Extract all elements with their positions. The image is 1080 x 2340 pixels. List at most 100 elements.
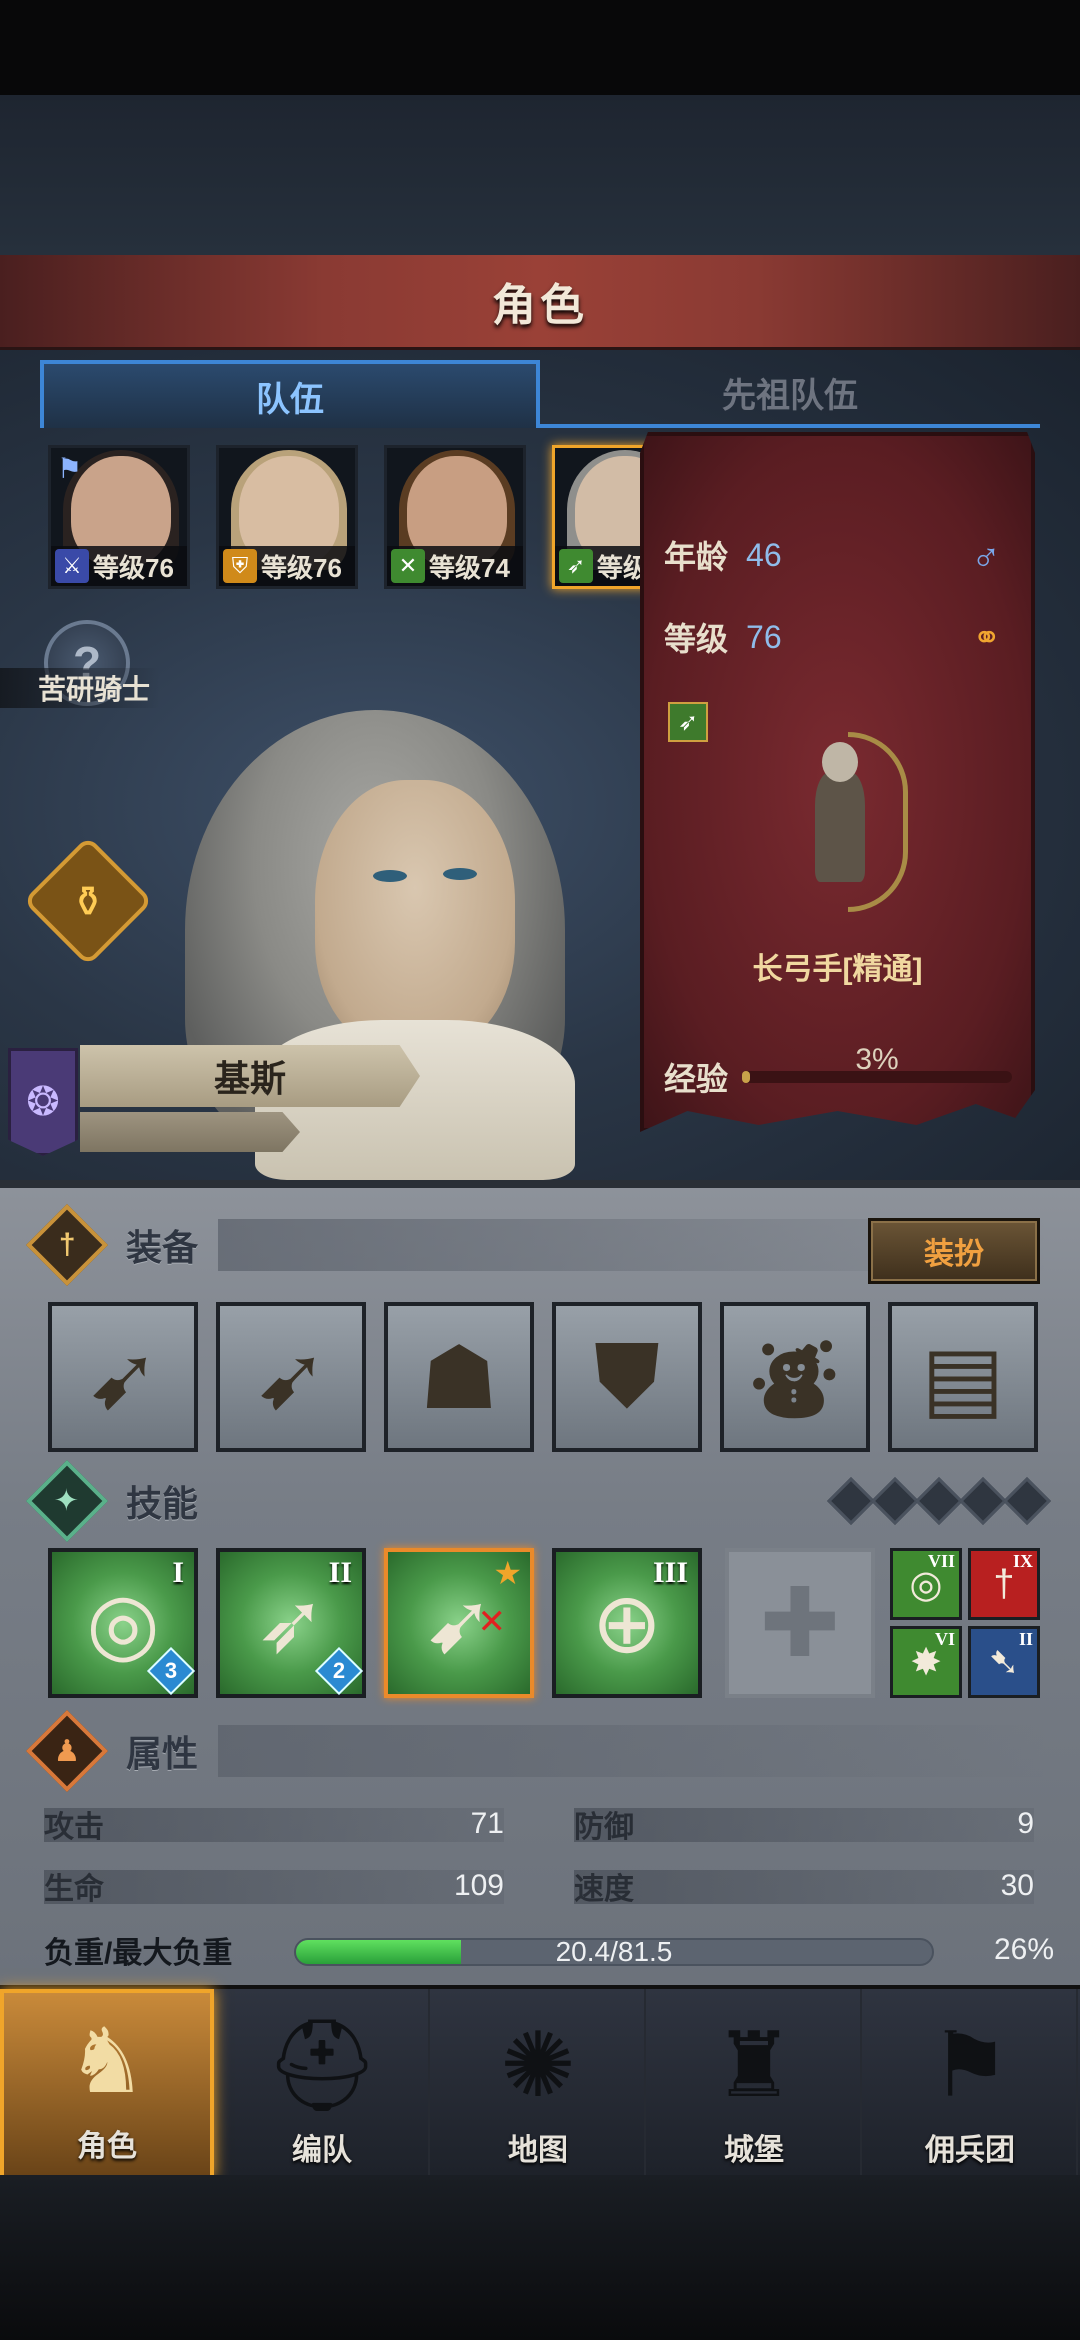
skill-slot[interactable]: ◎ I 3 — [48, 1548, 198, 1698]
crossed-weapons-icon: ✕ — [391, 549, 425, 583]
stat-hp: 生命 109 — [44, 1864, 504, 1908]
stat-attack: 攻击 71 — [44, 1802, 504, 1846]
portrait-face — [315, 780, 515, 1050]
stat-label: 负重/最大负重 — [44, 1937, 233, 1970]
equipment-slot[interactable]: ➹ — [216, 1302, 366, 1452]
nav-item[interactable]: ♞ 角色 — [0, 1989, 214, 2179]
name-plate-ribbon — [80, 1112, 300, 1152]
skill-rank: I — [172, 1556, 184, 1589]
tab-party[interactable]: 队伍 — [40, 360, 540, 428]
male-icon: ♂ — [971, 536, 1001, 580]
party-member[interactable]: ⛨ 等级76 — [216, 445, 358, 589]
stat-track — [44, 1870, 504, 1904]
bottom-area — [0, 2175, 1080, 2340]
skill-point-icon — [914, 1476, 964, 1526]
stat-value: 109 — [453, 1869, 504, 1902]
status-area — [0, 0, 1080, 95]
skill-point-icon — [870, 1476, 920, 1526]
tab-bar: 队伍 先祖队伍 — [40, 360, 1040, 428]
party-member[interactable]: ✕ 等级74 — [384, 445, 526, 589]
level-row: 等级 76 — [664, 614, 782, 660]
portrait-eye — [443, 868, 477, 880]
header-bar — [218, 1725, 1048, 1777]
potion-icon: ⚱ — [70, 877, 106, 925]
stat-speed: 速度 30 — [574, 1864, 1034, 1908]
class-figure — [780, 732, 908, 922]
star-icon: ★ — [493, 1555, 522, 1591]
equipment-icon: † — [25, 1203, 109, 1287]
shield-icon: ⛨ — [223, 549, 257, 583]
nav-label: 地图 — [508, 2134, 568, 2167]
stat-track — [44, 1808, 504, 1842]
equipment-slot[interactable]: ▤ — [888, 1302, 1038, 1452]
ring-icon[interactable]: ⚭ — [973, 618, 1002, 658]
level-label: 等级 — [664, 621, 729, 657]
helmet-icon: ⛑ — [264, 2015, 380, 2116]
equipment-slot[interactable]: ⛇ — [720, 1302, 870, 1452]
character-name[interactable]: 基斯 — [80, 1045, 420, 1107]
sword-icon: ⚔ — [55, 549, 89, 583]
attributes-icon: ♟ — [25, 1709, 109, 1793]
knight-icon: ♞ — [66, 2011, 148, 2112]
nav-item[interactable]: ⚑ 佣兵团 — [864, 1989, 1078, 2179]
nav-item[interactable]: ✺ 地图 — [432, 1989, 646, 2179]
member-level: 等级76 — [93, 552, 174, 583]
age-label: 年龄 — [664, 539, 729, 575]
figure-body — [815, 772, 865, 882]
party-member[interactable]: ⚑ ⚔ 等级76 — [48, 445, 190, 589]
exp-percent: 3% — [855, 1043, 899, 1076]
passive-skill-slot[interactable]: ➷ II — [968, 1626, 1040, 1698]
equipment-slot[interactable]: ☗ — [384, 1302, 534, 1452]
nav-label: 城堡 — [724, 2134, 784, 2167]
class-name: 长弓手[精通] — [752, 953, 923, 986]
age-row: 年龄 46 — [664, 532, 782, 578]
stat-value: 71 — [470, 1807, 504, 1840]
bow-icon: ➶ — [559, 549, 593, 583]
equipment-slots: ➹ ➹ ☗ ⛊ ⛇ ▤ — [48, 1302, 1048, 1452]
load-percent: 26% — [993, 1933, 1054, 1966]
passive-skill-slot[interactable]: ◎ VII — [890, 1548, 962, 1620]
hood-icon: ☗ — [419, 1327, 499, 1427]
mercenary-icon: ⚑ — [929, 2015, 1011, 2116]
equipment-label: 装备 — [126, 1227, 199, 1268]
guild-emblem-icon: ❂ — [8, 1048, 78, 1156]
equipment-slot[interactable]: ⛊ — [552, 1302, 702, 1452]
member-level-row: ✕ 等级74 — [387, 546, 523, 586]
tab-ancestor-party[interactable]: 先祖队伍 — [540, 360, 1040, 428]
level-value: 76 — [746, 618, 782, 655]
stat-value: 30 — [1000, 1869, 1034, 1902]
nav-label: 佣兵团 — [925, 2134, 1015, 2167]
compass-icon: ✺ — [500, 2015, 576, 2116]
equipment-slot[interactable]: ➹ — [48, 1302, 198, 1452]
nav-item[interactable]: ⛑ 编队 — [216, 1989, 430, 2179]
bow-icon: ➶ — [668, 702, 708, 742]
skill-level: 2 — [332, 1658, 346, 1683]
longbow-icon: ➹ — [254, 1327, 328, 1427]
skill-slot[interactable]: ⊕ III — [552, 1548, 702, 1698]
boots-icon: ⛇ — [750, 1334, 839, 1433]
exp-row: 经验 3% — [664, 1043, 1014, 1102]
nav-label: 角色 — [77, 2130, 137, 2163]
empty-skill-slot[interactable]: ✚ — [725, 1548, 875, 1698]
skill-slots: ✚ ◎ I 3 ➶ II 2 ➹ ★ ✕ ⊕ III ◎ VII † IX ✸ VI ➷ II — [48, 1548, 1048, 1700]
nav-item[interactable]: ♜ 城堡 — [648, 1989, 862, 2179]
longbow-icon: ➹ — [86, 1327, 160, 1427]
skill-rank: VII — [927, 1551, 955, 1571]
character-rank: 苦研骑士 — [0, 668, 160, 708]
age-value: 46 — [746, 536, 782, 573]
skill-rank: III — [652, 1556, 688, 1589]
tunic-icon: ⛊ — [593, 1326, 660, 1425]
potion-button[interactable]: ⚱ — [22, 835, 154, 967]
attributes-header: ♟ 属性 — [25, 1709, 1048, 1793]
dress-up-button[interactable]: 装扮 — [868, 1218, 1040, 1284]
member-level-row: ⚔ 等级76 — [51, 546, 187, 586]
passive-skill-slot[interactable]: † IX — [968, 1548, 1040, 1620]
skill-slot[interactable]: ➹ ★ ✕ — [384, 1548, 534, 1698]
skill-slot[interactable]: ➶ II 2 — [216, 1548, 366, 1698]
portrait-eye — [373, 870, 407, 882]
stat-track — [574, 1870, 1034, 1904]
disabled-icon: ✕ — [477, 1603, 507, 1641]
character-view: 队伍 先祖队伍 ⚑⚔等级76⛨等级76✕等级74➶等级76⛨等级51⚚等级75 … — [0, 350, 1080, 1180]
stat-load: 负重/最大负重 20.4/81.5 26% — [44, 1928, 1054, 1972]
passive-skill-slot[interactable]: ✸ VI — [890, 1626, 962, 1698]
